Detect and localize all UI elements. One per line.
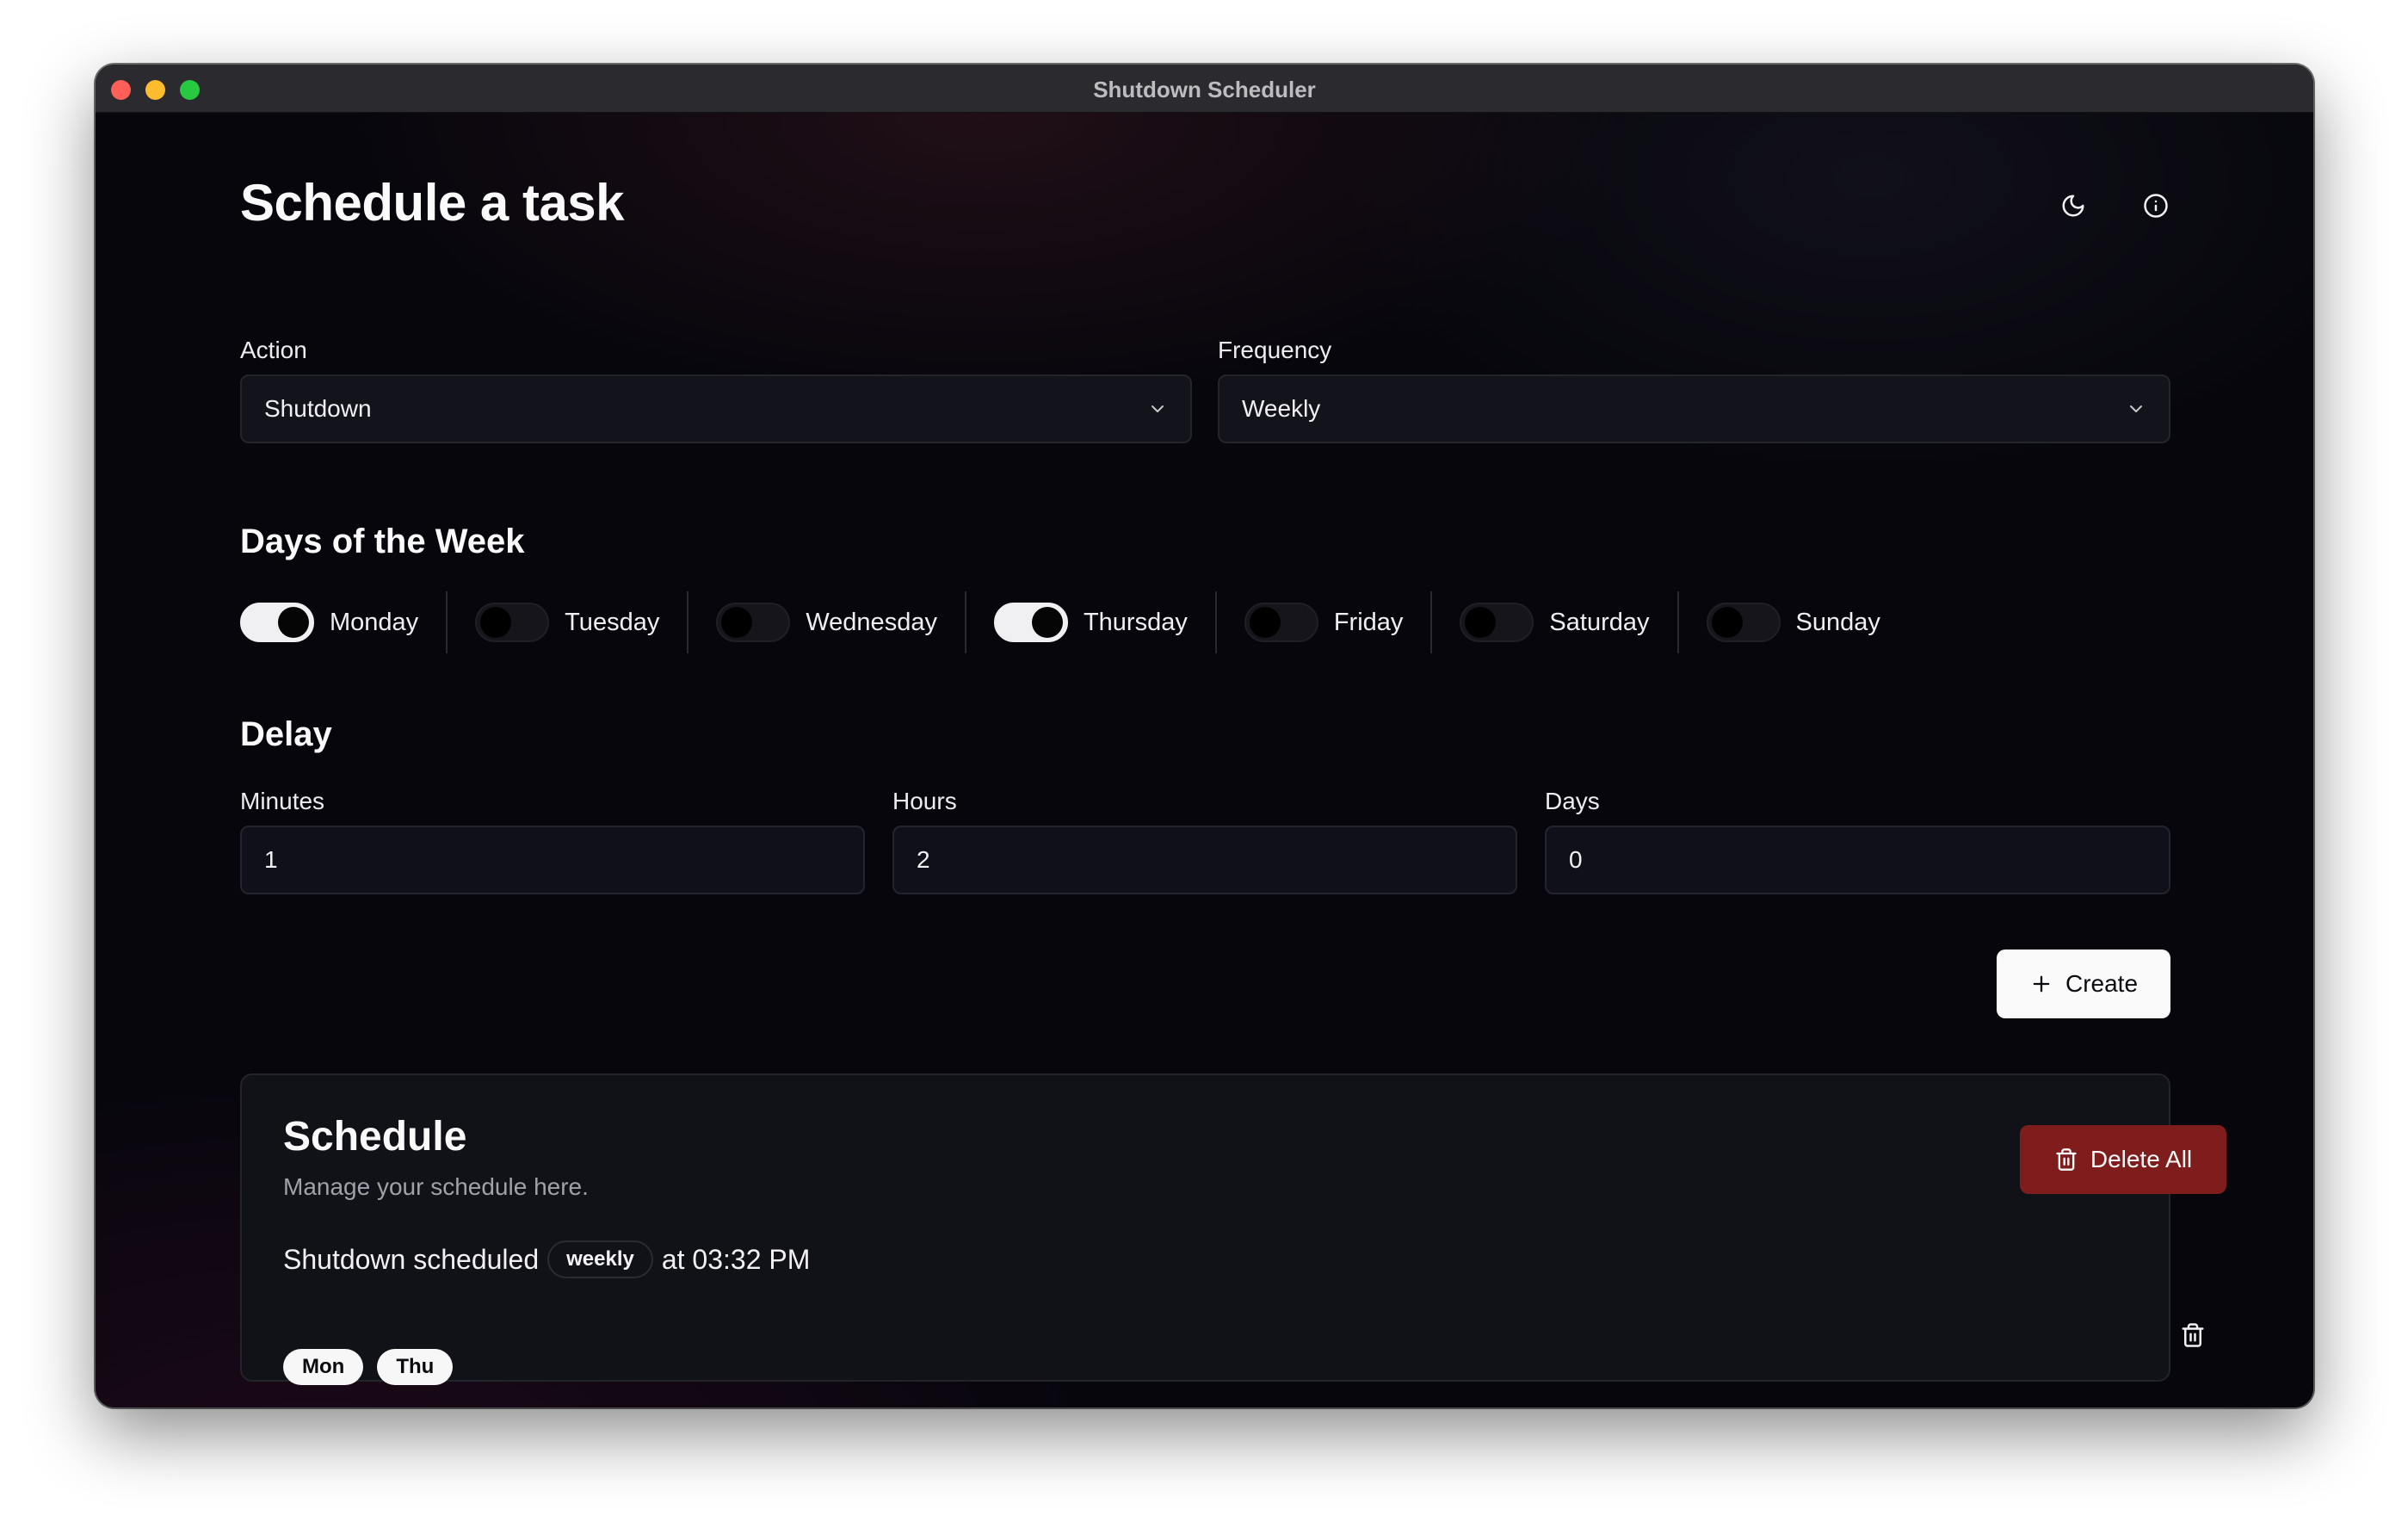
divider [1676, 591, 1679, 653]
days-label: Days [1545, 788, 1600, 814]
day-toggle-tuesday[interactable]: Tuesday [475, 590, 659, 655]
schedule-entry-days: Mon Thu [283, 1349, 454, 1385]
info-icon [2144, 194, 2168, 218]
schedule-title: Schedule [283, 1114, 467, 1160]
switch-thursday[interactable] [993, 603, 1068, 642]
divider [1430, 591, 1433, 653]
days-input[interactable]: 0 [1545, 826, 2170, 894]
day-toggle-sunday[interactable]: Sunday [1706, 590, 1880, 655]
minutes-value: 1 [264, 846, 278, 873]
chevron-down-icon [2130, 405, 2142, 412]
delete-entry-button[interactable] [2174, 1316, 2212, 1354]
theme-toggle-button[interactable] [2049, 182, 2097, 230]
trash-icon [2182, 1323, 2204, 1347]
day-label: Sunday [1795, 608, 1880, 636]
frequency-label: Frequency [1218, 337, 1332, 363]
days-section-title: Days of the Week [240, 523, 525, 560]
page-title: Schedule a task [240, 174, 625, 232]
day-chip: Thu [377, 1349, 454, 1385]
create-button-label: Create [2065, 970, 2139, 997]
plus-icon [2033, 975, 2050, 993]
hours-input[interactable]: 2 [892, 826, 1517, 894]
frequency-select-value: Weekly [1242, 395, 1321, 422]
action-label: Action [240, 337, 307, 363]
day-label: Saturday [1549, 608, 1650, 636]
day-toggle-wednesday[interactable]: Wednesday [716, 590, 937, 655]
switch-friday[interactable] [1244, 603, 1318, 642]
day-label: Wednesday [806, 608, 937, 636]
switch-wednesday[interactable] [716, 603, 791, 642]
divider [687, 591, 689, 653]
schedule-card: Schedule Manage your schedule here. Dele… [240, 1073, 2226, 1385]
day-label: Monday [330, 608, 419, 636]
divider [446, 591, 448, 653]
hours-value: 2 [917, 846, 930, 873]
delete-all-label: Delete All [2090, 1146, 2193, 1172]
info-button[interactable] [2132, 182, 2180, 230]
switch-sunday[interactable] [1706, 603, 1781, 642]
moon-icon [2062, 195, 2084, 217]
days-value: 0 [1569, 846, 1583, 873]
switch-tuesday[interactable] [475, 603, 550, 642]
minutes-label: Minutes [240, 788, 325, 814]
app-window: Shutdown Scheduler Schedule a task Actio… [96, 65, 2313, 1407]
day-label: Thursday [1083, 608, 1188, 636]
divider [964, 591, 966, 653]
frequency-select[interactable]: Weekly [1218, 374, 2170, 443]
minutes-input[interactable]: 1 [240, 826, 865, 894]
schedule-subtitle: Manage your schedule here. [283, 1173, 589, 1200]
day-toggle-thursday[interactable]: Thursday [993, 590, 1188, 655]
day-label: Friday [1333, 608, 1404, 636]
delete-all-button[interactable]: Delete All [2020, 1125, 2226, 1194]
main-content: Schedule a task Action Shutdown Frequenc… [96, 113, 2313, 1407]
action-select-value: Shutdown [264, 395, 372, 422]
title-bar: Shutdown Scheduler [96, 65, 2313, 113]
hours-label: Hours [892, 788, 957, 814]
day-toggle-monday[interactable]: Monday [240, 590, 418, 655]
chevron-down-icon [1152, 405, 1164, 412]
day-toggle-friday[interactable]: Friday [1244, 590, 1404, 655]
schedule-entry-text: Shutdown scheduled [283, 1243, 540, 1275]
create-button[interactable]: Create [1997, 949, 2170, 1018]
day-label: Tuesday [565, 608, 660, 636]
schedule-entry: Shutdown scheduled weekly at 03:32 PM [283, 1240, 810, 1278]
frequency-badge: weekly [547, 1240, 653, 1278]
schedule-entry-time: at 03:32 PM [661, 1243, 811, 1275]
switch-monday[interactable] [240, 603, 314, 642]
trash-icon [2056, 1148, 2077, 1171]
divider [1214, 591, 1217, 653]
day-chip: Mon [283, 1349, 364, 1385]
delay-section-title: Delay [240, 715, 332, 753]
switch-saturday[interactable] [1460, 603, 1534, 642]
window-title: Shutdown Scheduler [1093, 77, 1316, 102]
action-select[interactable]: Shutdown [240, 374, 1192, 443]
day-toggle-saturday[interactable]: Saturday [1460, 590, 1650, 655]
days-of-week-row: Monday Tuesday Wednesday Thursday Friday [240, 590, 1880, 655]
